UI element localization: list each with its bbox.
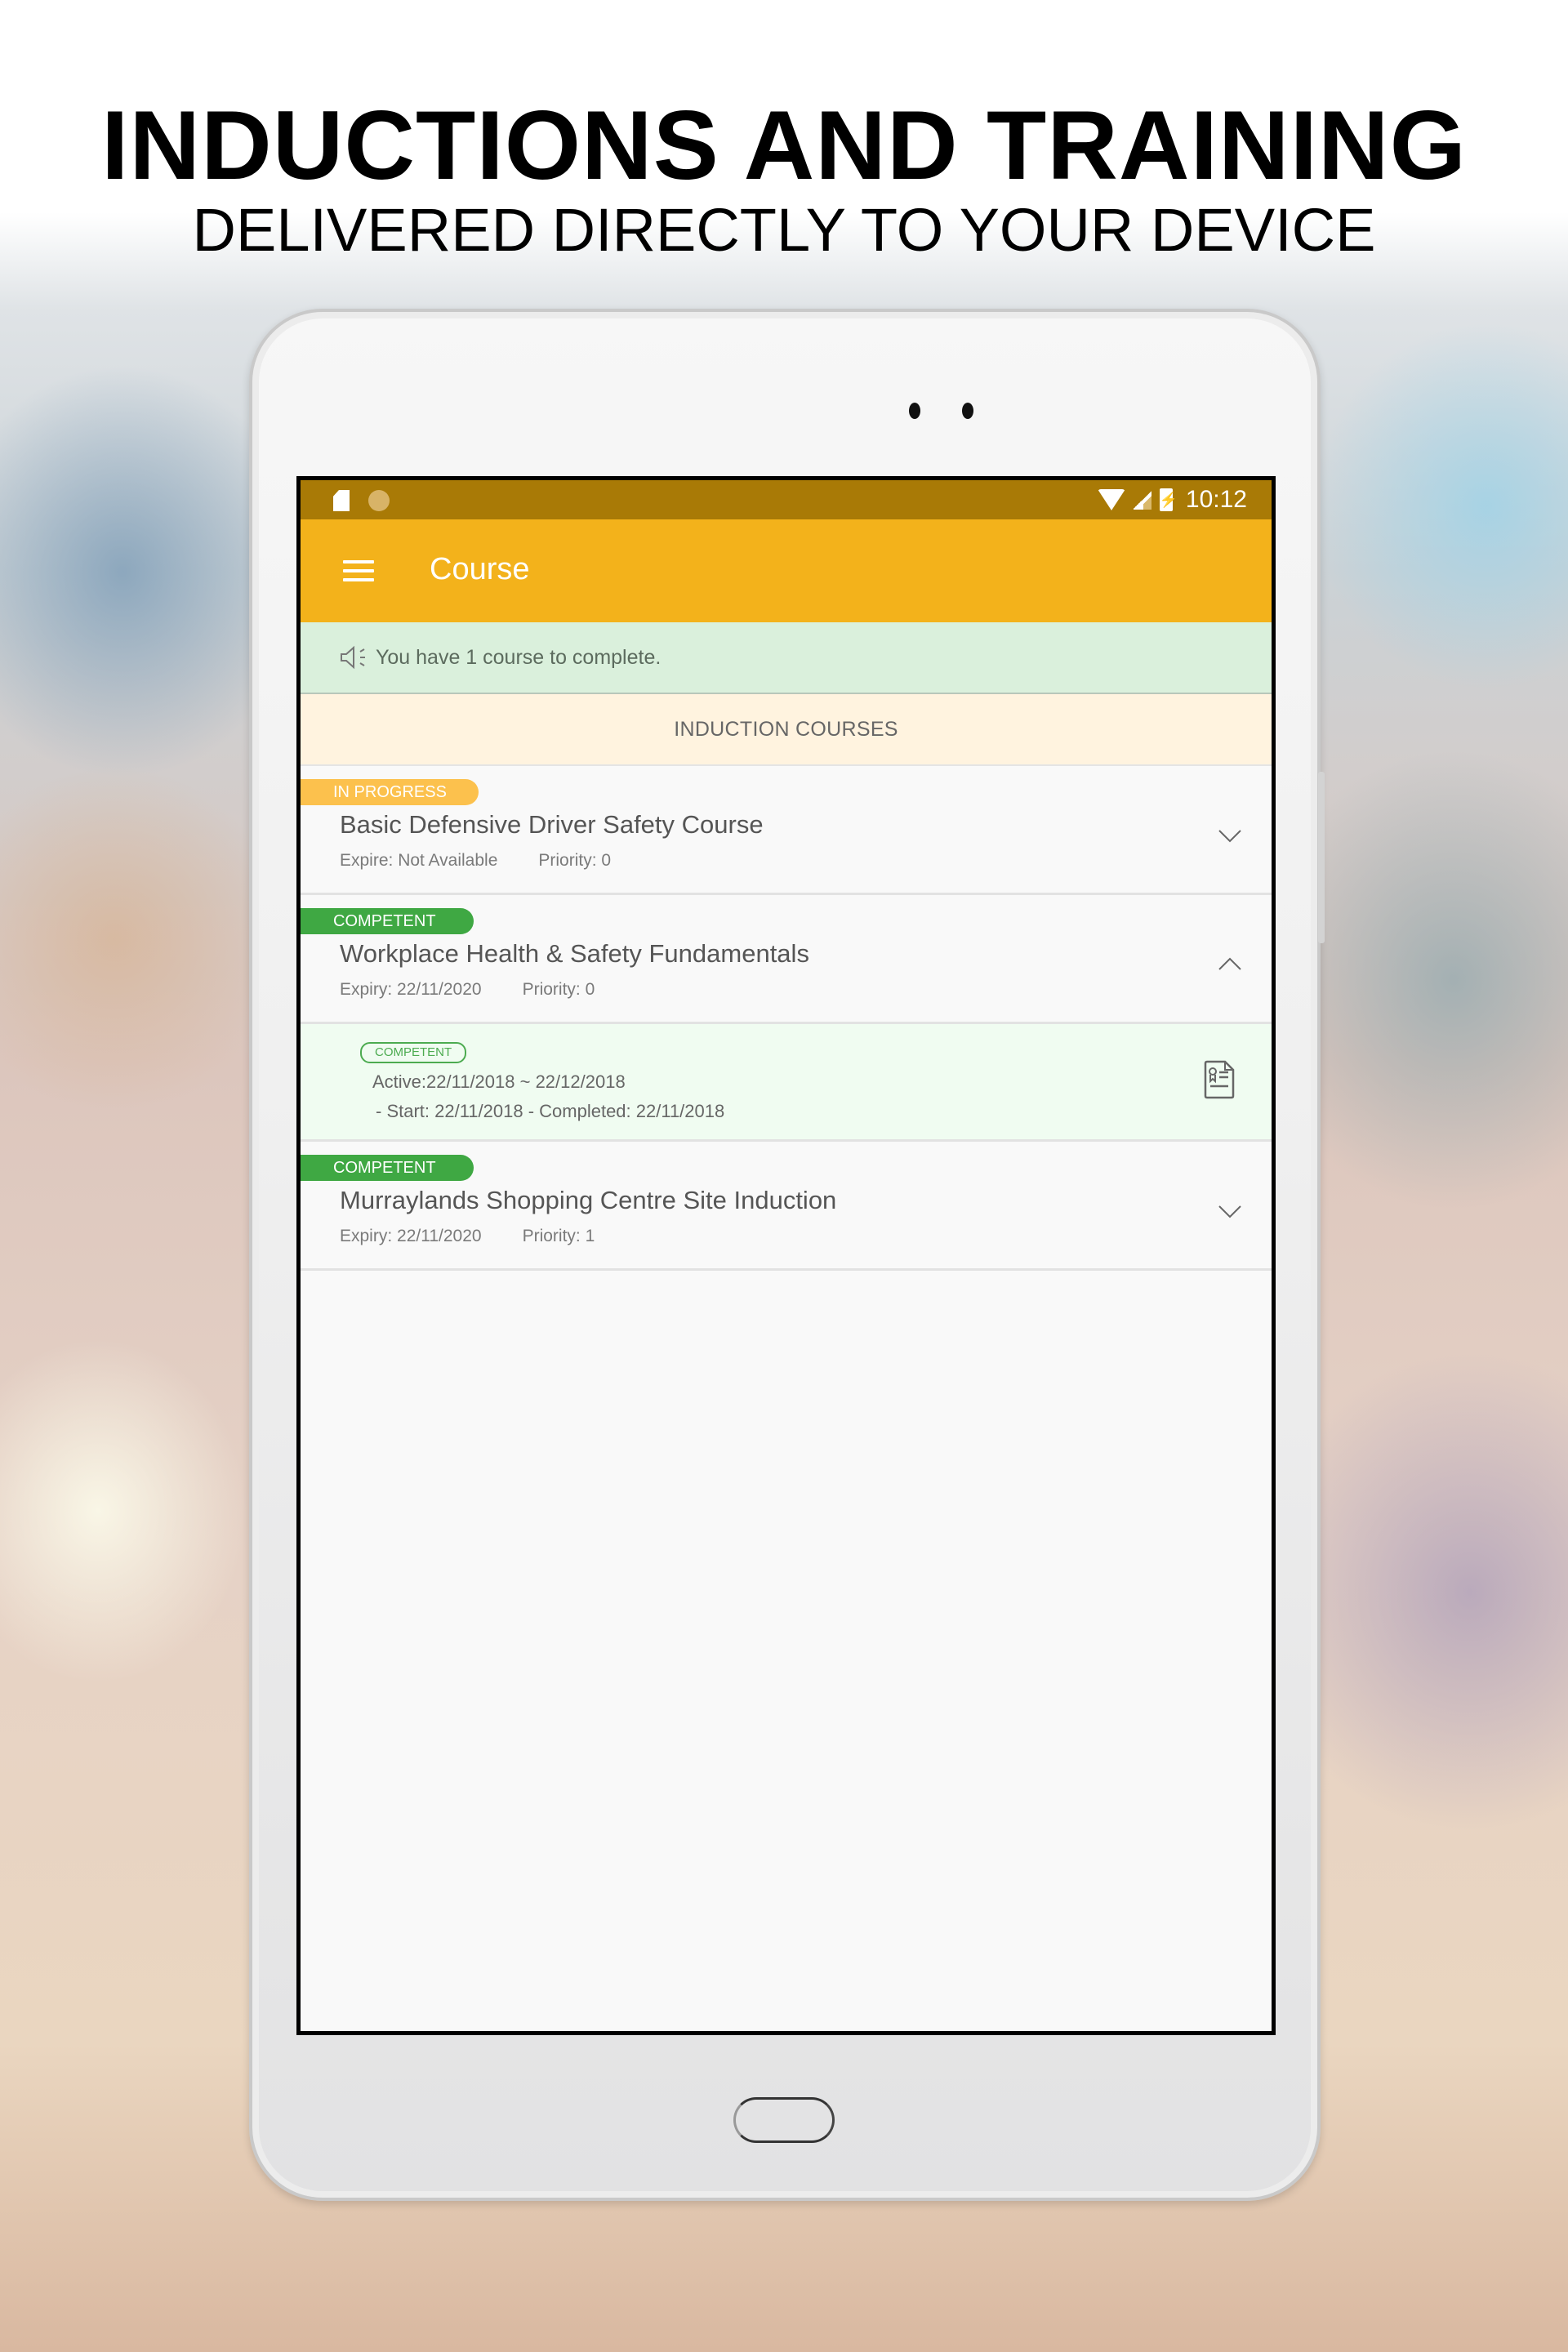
chevron-down-icon[interactable]: [1218, 1199, 1242, 1223]
notice-text: You have 1 course to complete.: [376, 645, 662, 669]
speaker-icon: [341, 645, 365, 670]
course-meta: Expire: Not Available Priority: 0: [340, 851, 611, 871]
course-title: Basic Defensive Driver Safety Course: [340, 810, 764, 839]
course-expiry: Expiry: 22/11/2020: [340, 1227, 482, 1245]
course-meta: Expiry: 22/11/2020 Priority: 1: [340, 1227, 595, 1246]
promo-headline: INDUCTIONS AND TRAINING: [101, 91, 1467, 200]
section-header: INDUCTION COURSES: [301, 694, 1272, 766]
detail-dates: - Start: 22/11/2018 - Completed: 22/11/2…: [376, 1101, 725, 1121]
course-expiry: Expire: Not Available: [340, 851, 498, 870]
course-row[interactable]: IN PROGRESS Basic Defensive Driver Safet…: [301, 766, 1272, 895]
notice-banner: You have 1 course to complete.: [301, 622, 1272, 694]
sd-card-icon: [333, 490, 350, 511]
wifi-icon: [1097, 489, 1125, 510]
detail-status-badge: COMPETENT: [360, 1042, 467, 1063]
status-bar: ⚡ 10:12: [301, 480, 1272, 519]
status-badge: COMPETENT: [301, 908, 474, 934]
course-priority: Priority: 0: [522, 980, 595, 999]
camera-icon: [909, 403, 920, 419]
course-title: Workplace Health & Safety Fundamentals: [340, 939, 809, 968]
course-row[interactable]: COMPETENT Murraylands Shopping Centre Si…: [301, 1142, 1272, 1271]
sync-icon: [368, 490, 390, 511]
status-badge: IN PROGRESS: [301, 779, 479, 805]
signal-icon: [1133, 490, 1152, 510]
menu-icon[interactable]: [343, 560, 374, 581]
home-button[interactable]: [733, 2097, 835, 2143]
status-badge: COMPETENT: [301, 1155, 474, 1181]
device-screen: ⚡ 10:12 Course You have 1 course to comp…: [296, 476, 1276, 2035]
app-bar: Course: [301, 519, 1272, 622]
volume-button: [1318, 772, 1325, 943]
chevron-down-icon[interactable]: [1218, 823, 1242, 848]
promo-subheadline: DELIVERED DIRECTLY TO YOUR DEVICE: [192, 196, 1376, 264]
course-row[interactable]: COMPETENT Workplace Health & Safety Fund…: [301, 895, 1272, 1024]
course-expiry: Expiry: 22/11/2020: [340, 980, 482, 999]
course-title: Murraylands Shopping Centre Site Inducti…: [340, 1186, 837, 1214]
course-detail: COMPETENT Active:22/11/2018 ~ 22/12/2018…: [301, 1024, 1272, 1142]
sensor-icon: [962, 403, 973, 419]
certificate-icon[interactable]: [1203, 1060, 1236, 1099]
section-title: INDUCTION COURSES: [674, 717, 898, 741]
chevron-up-icon[interactable]: [1218, 952, 1242, 977]
battery-charging-icon: ⚡: [1159, 488, 1178, 511]
status-time: 10:12: [1185, 486, 1247, 513]
course-priority: Priority: 0: [538, 851, 612, 870]
app-screen: ⚡ 10:12 Course You have 1 course to comp…: [301, 480, 1272, 2031]
course-meta: Expiry: 22/11/2020 Priority: 0: [340, 980, 595, 1000]
page-title: Course: [430, 552, 530, 586]
course-priority: Priority: 1: [522, 1227, 595, 1245]
detail-active-period: Active:22/11/2018 ~ 22/12/2018: [372, 1071, 626, 1092]
